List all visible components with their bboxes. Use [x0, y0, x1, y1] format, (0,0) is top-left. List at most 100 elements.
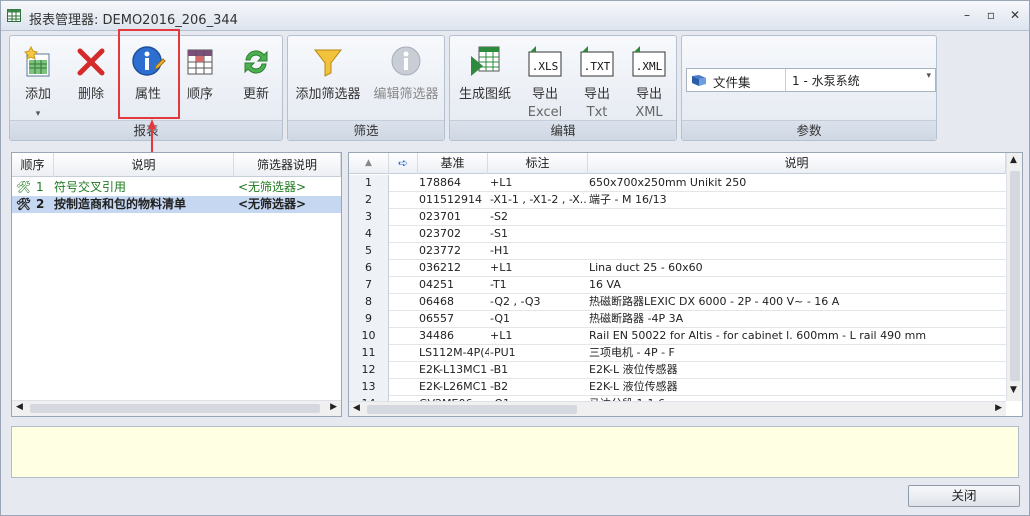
scroll-right-icon[interactable]: ▶ [995, 403, 1002, 413]
cell-base: 06468 [419, 295, 454, 308]
scroll-thumb[interactable] [30, 404, 320, 413]
table-row[interactable]: 11 LS112M-4P(4) -PU1 三项电机 - 4P - F [349, 345, 1006, 362]
export-txt-sub: Txt [586, 105, 608, 120]
row-number[interactable]: 10 [349, 328, 389, 345]
group-label-params: 参数 [682, 120, 936, 140]
add-report-button[interactable]: 添加 ▾ [12, 40, 64, 120]
fileset-combo[interactable]: 文件集 1 - 水泵系统 ▾ [686, 68, 936, 92]
notes-area[interactable] [11, 426, 1019, 478]
table-row[interactable]: 4 023702 -S1 [349, 226, 1006, 243]
scroll-right-icon[interactable]: ▶ [330, 402, 337, 412]
report-filter: <无筛选器> [238, 180, 307, 194]
report-description: 符号交叉引用 [54, 180, 127, 194]
cell-desc: E2K-L 液位传感器 [589, 380, 678, 393]
cell-base: 011512914 [419, 193, 482, 206]
column-desc-header[interactable]: 说明 [588, 153, 1006, 174]
cell-desc: 热磁断路器LEXIC DX 6000 - 2P - 400 V~ - 16 A [589, 295, 840, 308]
row-number[interactable]: 13 [349, 379, 389, 396]
column-description-header[interactable]: 说明 [54, 153, 234, 177]
column-mark-header[interactable]: 标注 [488, 153, 588, 174]
table-row[interactable]: 9 06557 -Q1 热磁断路器 -4P 3A [349, 311, 1006, 328]
order-label: 顺序 [186, 87, 213, 102]
scroll-left-icon[interactable]: ◀ [353, 403, 360, 413]
table-row[interactable]: 6 036212 +L1 Lina duct 25 - 60x60 [349, 260, 1006, 277]
reports-list: 顺序 说明 筛选器说明 🛠 1 符号交叉引用 <无筛选器> 🛠 2 按制造商和包… [11, 152, 342, 417]
row-number[interactable]: 1 [349, 175, 389, 192]
group-params: 文件集 1 - 水泵系统 ▾ 参数 [681, 35, 937, 141]
row-number[interactable]: 6 [349, 260, 389, 277]
table-row[interactable]: 2 011512914 -X1-1 , -X1-2 , -X... 端子 - M 16… [349, 192, 1006, 209]
cell-mark: +L1 [490, 261, 513, 274]
column-base-header[interactable]: 基准 [418, 153, 488, 174]
generate-drawing-label: 生成图纸 [458, 87, 511, 102]
vscroll-thumb[interactable] [1010, 171, 1020, 381]
scroll-down-icon[interactable]: ▼ [1010, 385, 1017, 395]
edit-filter-button[interactable]: 编辑筛选器 [368, 40, 444, 120]
scroll-up-icon[interactable]: ▲ [1010, 155, 1017, 165]
chevron-down-icon[interactable]: ▾ [926, 71, 931, 81]
delete-x-icon [77, 48, 105, 76]
cell-base: 178864 [419, 176, 461, 189]
group-edit: 生成图纸 .XLS 导出 Excel .TXT 导出 Txt .XML 导出 X… [449, 35, 677, 141]
delete-report-button[interactable]: 删除 [66, 40, 116, 120]
xml-icon: .XML [632, 46, 666, 77]
row-number[interactable]: 7 [349, 277, 389, 294]
scroll-thumb[interactable] [367, 405, 577, 414]
svg-text:.XLS: .XLS [532, 60, 559, 73]
cell-mark: -T1 [490, 278, 507, 291]
row-number[interactable]: 9 [349, 311, 389, 328]
report-row-selected[interactable]: 🛠 2 按制造商和包的物料清单 <无筛选器> [12, 196, 341, 213]
column-order-header[interactable]: 顺序 [12, 153, 54, 177]
table-row[interactable]: 10 34486 +L1 Rail EN 50022 for Altis - for … [349, 328, 1006, 345]
row-number[interactable]: 12 [349, 362, 389, 379]
add-report-label: 添加 [24, 87, 51, 102]
window-title: 报表管理器: DEMO2016_206_344 [29, 13, 238, 28]
row-number[interactable]: 4 [349, 226, 389, 243]
generate-drawing-button[interactable]: 生成图纸 [452, 40, 518, 120]
goto-arrow-icon[interactable]: ➪ [389, 153, 418, 174]
add-report-icon [24, 45, 50, 77]
row-number[interactable]: 8 [349, 294, 389, 311]
table-row[interactable]: 12 E2K-L13MC1 -B1 E2K-L 液位传感器 [349, 362, 1006, 379]
right-vertical-scrollbar[interactable]: ▲ ▼ [1006, 153, 1022, 401]
highlight-box [118, 29, 180, 119]
export-excel-button[interactable]: .XLS 导出 Excel [520, 40, 570, 120]
update-label: 更新 [242, 87, 269, 102]
cell-base: E2K-L13MC1 [419, 363, 488, 376]
cell-desc: Lina duct 25 - 60x60 [589, 261, 703, 274]
sort-up-icon[interactable]: ▲ [349, 153, 389, 174]
cell-mark: -Q1 [490, 312, 511, 325]
order-button[interactable]: 顺序 [174, 40, 226, 120]
close-button[interactable]: 关闭 [908, 485, 1020, 507]
fileset-select[interactable]: 1 - 水泵系统 ▾ [785, 69, 935, 91]
table-row[interactable]: 5 023772 -H1 [349, 243, 1006, 260]
maximize-button[interactable]: ▫ [982, 7, 1000, 23]
row-number[interactable]: 2 [349, 192, 389, 209]
table-row[interactable]: 8 06468 -Q2 , -Q3 热磁断路器LEXIC DX 6000 - 2P -… [349, 294, 1006, 311]
table-row[interactable]: 1 178864 +L1 650x700x250mm Unikit 250 [349, 175, 1006, 192]
add-filter-button[interactable]: 添加筛选器 [290, 40, 366, 120]
scroll-left-icon[interactable]: ◀ [16, 402, 23, 412]
edit-filter-label: 编辑筛选器 [373, 87, 439, 102]
left-horizontal-scrollbar[interactable]: ◀ ▶ [12, 400, 341, 416]
table-row[interactable]: 3 023701 -S2 [349, 209, 1006, 226]
group-filter: 添加筛选器 编辑筛选器 筛选 [287, 35, 445, 141]
column-filter-header[interactable]: 筛选器说明 [234, 153, 341, 177]
export-xml-button[interactable]: .XML 导出 XML [624, 40, 674, 120]
table-row[interactable]: 13 E2K-L26MC1 -B2 E2K-L 液位传感器 [349, 379, 1006, 396]
cell-base: LS112M-4P(4) [419, 346, 489, 359]
table-row[interactable]: 7 04251 -T1 16 VA [349, 277, 1006, 294]
close-window-button[interactable]: ✕ [1006, 7, 1024, 23]
right-horizontal-scrollbar[interactable]: ◀ ▶ [349, 401, 1006, 416]
row-number[interactable]: 5 [349, 243, 389, 260]
txt-icon: .TXT [580, 46, 614, 77]
row-number[interactable]: 11 [349, 345, 389, 362]
report-order: 1 [36, 180, 44, 194]
minimize-button[interactable]: – [958, 7, 976, 23]
report-order: 2 [36, 197, 45, 211]
row-number[interactable]: 3 [349, 209, 389, 226]
export-txt-button[interactable]: .TXT 导出 Txt [572, 40, 622, 120]
report-row[interactable]: 🛠 1 符号交叉引用 <无筛选器> [12, 179, 341, 196]
fileset-icon [692, 75, 706, 86]
update-button[interactable]: 更新 [230, 40, 282, 120]
